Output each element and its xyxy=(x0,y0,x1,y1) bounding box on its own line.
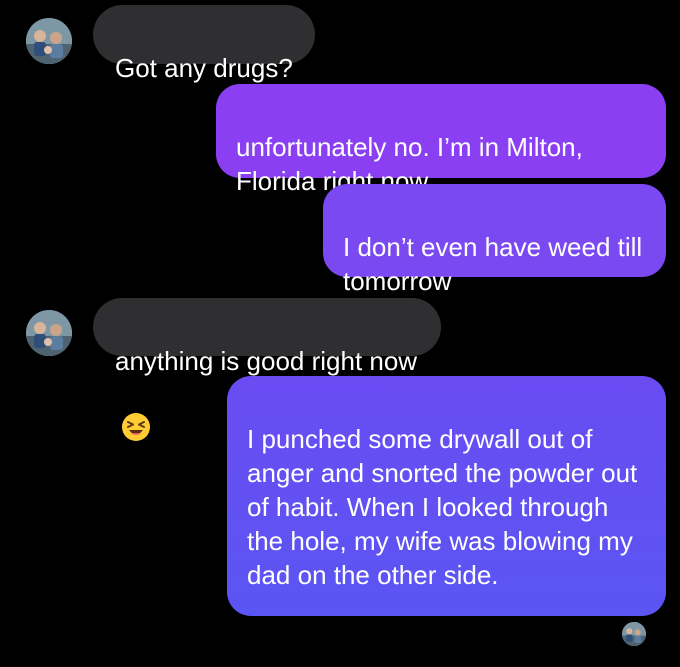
laughing-squinting-face-icon xyxy=(121,378,151,450)
seen-indicator-icon xyxy=(622,622,646,646)
message-text: I punched some drywall out of anger and … xyxy=(247,424,638,590)
message-bubble-received[interactable]: anything is good right now xyxy=(93,298,442,441)
message-text: anything is good right now xyxy=(115,346,418,376)
message-bubble-sent[interactable]: I punched some drywall out of anger and … xyxy=(227,376,666,616)
message-bubble-sent[interactable]: I don’t even have weed till tomorrow xyxy=(323,184,666,296)
message-bubble-sent[interactable]: unfortunately no. I’m in Milton, Florida… xyxy=(216,84,666,196)
contact-photo-icon xyxy=(26,310,72,356)
contact-avatar[interactable] xyxy=(26,310,72,356)
read-receipt-avatar xyxy=(622,622,646,646)
message-bubble-received[interactable]: Got any drugs? xyxy=(93,5,315,83)
message-text: Got any drugs? xyxy=(115,53,293,83)
contact-avatar[interactable] xyxy=(26,18,72,64)
message-text: I don’t even have weed till tomorrow xyxy=(343,232,643,296)
contact-photo-icon xyxy=(26,18,72,64)
